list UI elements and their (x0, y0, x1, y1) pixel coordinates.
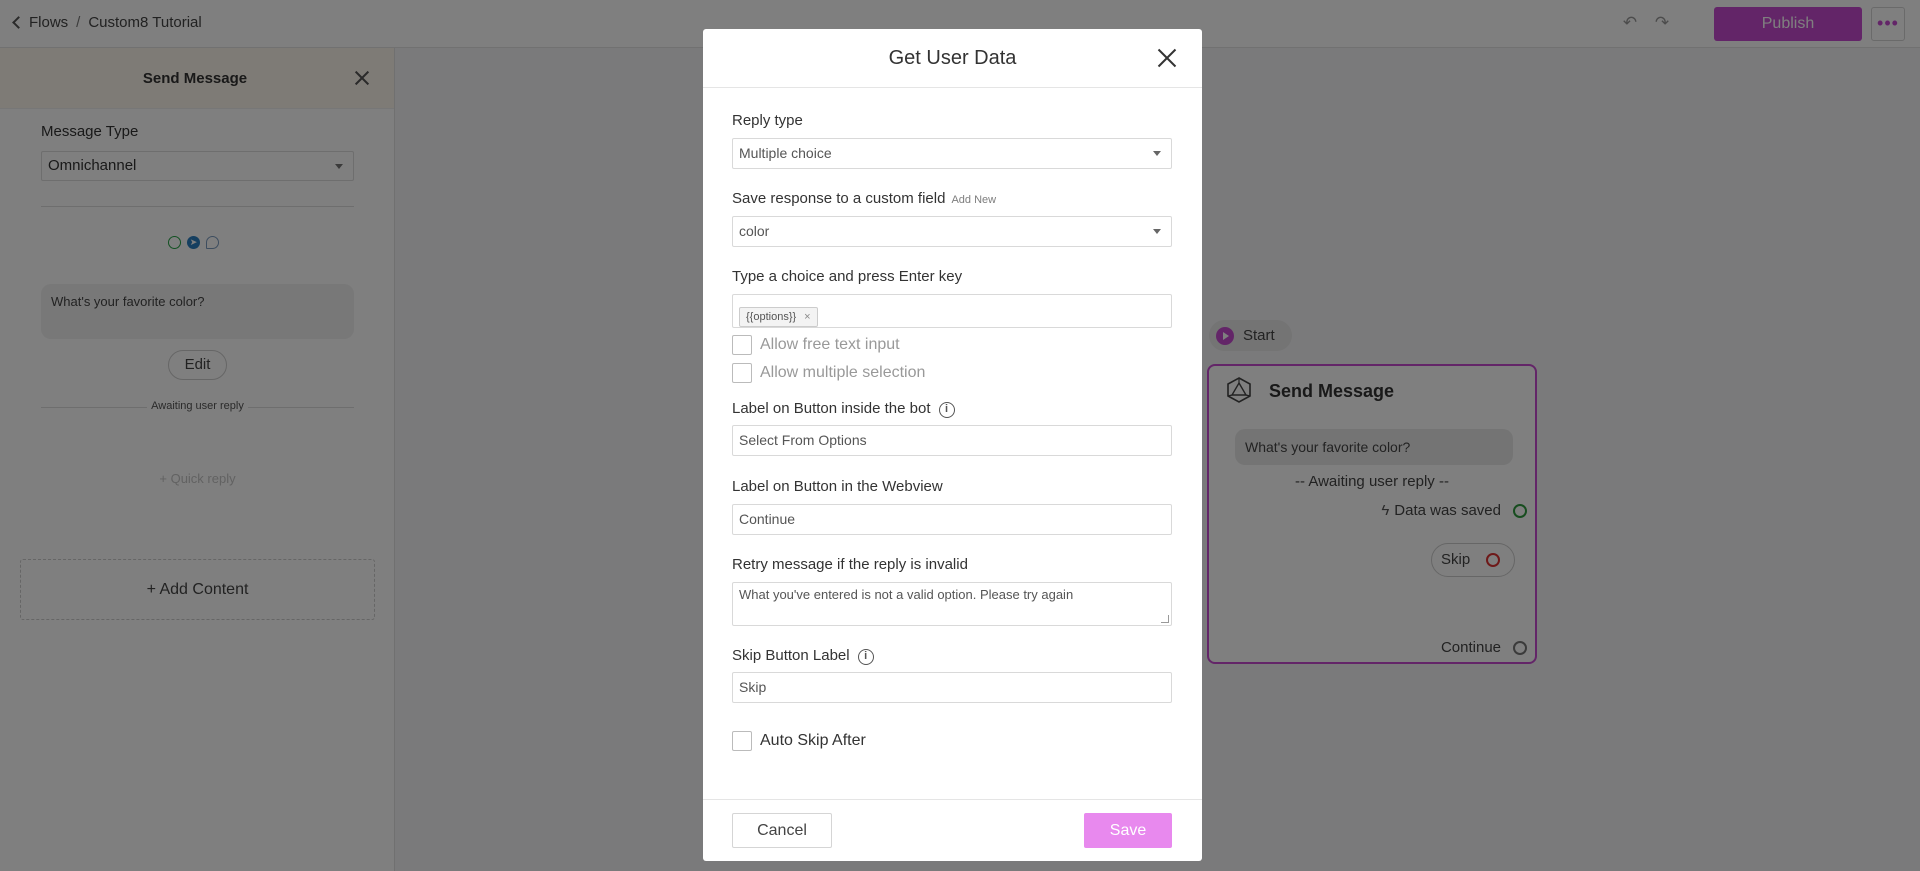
reply-type-select[interactable]: Multiple choice (732, 138, 1172, 169)
button-bot-label-text: Label on Button inside the bot (732, 400, 931, 417)
reply-type-value: Multiple choice (739, 145, 832, 161)
choice-tag: {{options}} × (739, 307, 818, 327)
auto-skip-checkbox[interactable]: Auto Skip After (732, 731, 866, 751)
allow-free-text-checkbox[interactable]: Allow free text input (732, 335, 900, 355)
chevron-down-icon (1153, 151, 1161, 156)
custom-field-select[interactable]: color (732, 216, 1172, 247)
checkbox-box[interactable] (732, 335, 752, 355)
allow-multiple-label: Allow multiple selection (760, 364, 926, 381)
retry-label: Retry message if the reply is invalid (732, 556, 968, 573)
get-user-data-dialog: Get User Data Reply type Multiple choice… (703, 29, 1202, 861)
choice-label: Type a choice and press Enter key (732, 268, 963, 285)
button-webview-input[interactable]: Continue (732, 504, 1172, 535)
cancel-button[interactable]: Cancel (732, 813, 832, 848)
info-icon[interactable]: i (938, 402, 955, 418)
retry-message-textarea[interactable]: What you've entered is not a valid optio… (732, 582, 1172, 626)
skip-button-input[interactable]: Skip (732, 672, 1172, 703)
choice-tags-input[interactable]: {{options}} × (732, 294, 1172, 328)
checkbox-box[interactable] (732, 731, 752, 751)
save-button[interactable]: Save (1084, 813, 1172, 848)
choice-tag-text: {{options}} (746, 311, 797, 323)
close-icon[interactable] (1155, 46, 1179, 70)
checkbox-box[interactable] (732, 363, 752, 383)
auto-skip-label: Auto Skip After (760, 732, 866, 749)
allow-free-text-label: Allow free text input (760, 336, 900, 353)
button-bot-label: Label on Button inside the bot i (732, 400, 955, 418)
info-icon[interactable]: i (857, 649, 874, 665)
remove-tag-icon[interactable]: × (804, 311, 810, 323)
dialog-title: Get User Data (888, 47, 1017, 69)
custom-field-value: color (739, 223, 770, 239)
reply-type-label: Reply type (732, 112, 803, 129)
retry-message-value: What you've entered is not a valid optio… (739, 587, 1074, 602)
button-webview-label: Label on Button in the Webview (732, 478, 943, 495)
dialog-header: Get User Data (703, 29, 1202, 88)
button-bot-input[interactable]: Select From Options (732, 425, 1172, 456)
skip-button-label-text: Skip Button Label (732, 647, 850, 664)
add-new-link[interactable]: Add New (951, 194, 996, 206)
chevron-down-icon (1153, 229, 1161, 234)
save-field-label: Save response to a custom field Add New (732, 190, 996, 207)
resize-handle-icon[interactable] (1161, 615, 1169, 623)
skip-button-label: Skip Button Label i (732, 647, 874, 665)
save-field-label-text: Save response to a custom field (732, 190, 946, 207)
allow-multiple-checkbox[interactable]: Allow multiple selection (732, 363, 925, 383)
dialog-footer: Cancel Save (703, 799, 1202, 861)
